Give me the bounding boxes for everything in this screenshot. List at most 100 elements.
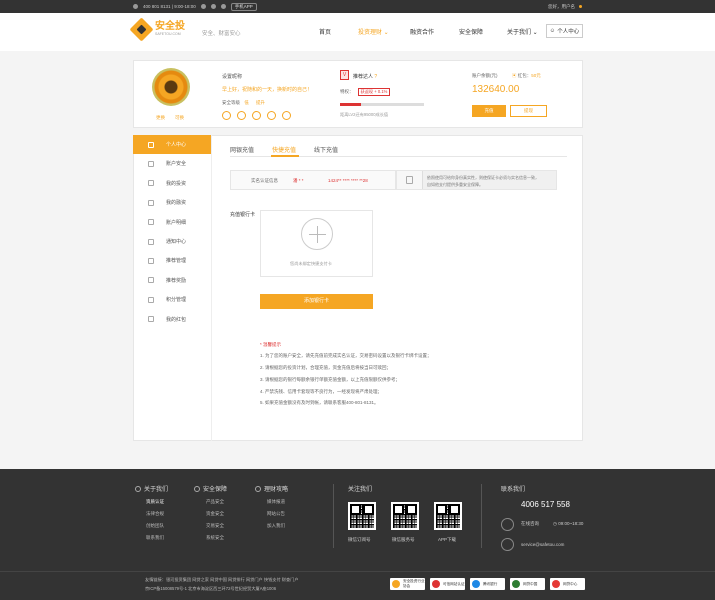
plus-icon[interactable] bbox=[301, 218, 333, 250]
logo-subtext: SAFETOU.COM bbox=[155, 32, 181, 37]
nav-about[interactable]: 关于我们 ⌄ bbox=[507, 27, 538, 36]
footer-divider bbox=[481, 484, 482, 548]
trust-badge[interactable]: 可信网站认证 bbox=[430, 578, 465, 590]
logo[interactable]: 安全投 SAFETOU.COM bbox=[129, 17, 185, 42]
add-bank-card-button[interactable]: 添加银行卡 bbox=[260, 294, 373, 309]
sidebar-item[interactable]: 积分管理 bbox=[133, 290, 211, 309]
footer-link[interactable]: 创始团队 bbox=[146, 523, 164, 529]
home-icon bbox=[135, 486, 141, 492]
tab-offline-charge[interactable]: 线下充值 bbox=[314, 145, 338, 154]
trust-badge[interactable]: 腾讯银行 bbox=[470, 578, 505, 590]
bank-card-label: 充值银行卡 bbox=[230, 212, 256, 218]
footer-link[interactable]: 联系我们 bbox=[146, 535, 164, 541]
nav-home[interactable]: 首页 bbox=[319, 27, 331, 36]
sidebar-item-label: 积分管理 bbox=[166, 297, 187, 304]
vip-badge-icon: V bbox=[340, 70, 349, 80]
email-verify-icon[interactable] bbox=[252, 111, 261, 120]
avatar-link-2[interactable]: 可换 bbox=[175, 115, 184, 121]
footer-bottom-divider bbox=[0, 571, 715, 572]
weibo-icon[interactable] bbox=[200, 4, 206, 9]
charge-button[interactable]: 充值 bbox=[472, 105, 506, 117]
tip-item: 3. 请根据您的银行每额余银行单额充值金额，以上充值限额仅供参考； bbox=[260, 377, 401, 382]
badge-label: 可信网站认证 bbox=[443, 581, 465, 586]
footer-link[interactable]: 资质认证 bbox=[146, 499, 164, 505]
security-level: 安全等级 低 提升 bbox=[222, 100, 265, 106]
trust-badge[interactable]: 网贷中心 bbox=[550, 578, 585, 590]
qr-label: APP下载 bbox=[438, 537, 457, 542]
sidebar-item[interactable]: 通知中心 bbox=[133, 232, 211, 251]
avatar[interactable] bbox=[152, 68, 190, 106]
balance-label: 账户余额(元) bbox=[472, 73, 498, 78]
qq-icon[interactable] bbox=[220, 4, 226, 9]
sidebar-item-icon bbox=[148, 277, 154, 284]
footer-link[interactable]: 资金安全 bbox=[206, 511, 224, 517]
online-consult[interactable]: 在线咨询 bbox=[521, 521, 539, 527]
footer-link[interactable]: 交易安全 bbox=[206, 523, 224, 529]
trust-badge[interactable]: 网贷中国 bbox=[510, 578, 545, 590]
security-upgrade-link[interactable]: 提升 bbox=[256, 100, 265, 105]
sidebar-item[interactable]: 我的投资 bbox=[133, 174, 211, 193]
coin-icon bbox=[255, 486, 261, 492]
user-center-label: 个人中心 bbox=[557, 29, 580, 35]
sidebar-item[interactable]: 推荐奖励 bbox=[133, 271, 211, 290]
tip-item: 2. 请根据您的投资计划，合理充值，资金充值后将按当日可赎回； bbox=[260, 365, 392, 370]
password-icon[interactable] bbox=[282, 111, 291, 120]
footer-divider bbox=[333, 484, 334, 548]
footer-link[interactable]: 媒体报道 bbox=[267, 499, 285, 505]
footer-email[interactable]: service@safetou.com bbox=[521, 542, 564, 547]
bank-card-icon[interactable] bbox=[267, 111, 276, 120]
tab-online-bank[interactable]: 网银充值 bbox=[230, 145, 254, 154]
nav-financing[interactable]: 融资合作 bbox=[410, 27, 434, 36]
notification-dot-icon[interactable] bbox=[579, 5, 582, 8]
mobile-app-link[interactable]: 手机APP bbox=[230, 2, 257, 11]
nav-invest[interactable]: 投资理财 ⌄ bbox=[358, 27, 389, 36]
help-icon: ? bbox=[374, 74, 378, 80]
account-balance: 132640.00 bbox=[472, 84, 520, 95]
id-verify-icon[interactable] bbox=[237, 111, 246, 120]
phone-verify-icon[interactable] bbox=[222, 111, 231, 120]
footer-link[interactable]: 法律合规 bbox=[146, 511, 164, 517]
sidebar-item-icon bbox=[148, 160, 154, 167]
footer-link[interactable]: 产品安全 bbox=[206, 499, 224, 505]
user-greeting[interactable]: 您好，用户名 bbox=[548, 4, 575, 10]
tips-title: * 温馨提示 bbox=[260, 342, 282, 347]
sidebar-item[interactable]: 我的融资 bbox=[133, 193, 211, 212]
referrer-title: 推荐达人 ? bbox=[353, 74, 378, 80]
nav-security[interactable]: 安全保障 bbox=[459, 27, 483, 36]
top-bar: 400 801 8131 | 9:00-18:00 手机APP 您好，用户名 bbox=[0, 0, 715, 13]
tab-active-indicator bbox=[271, 155, 299, 157]
withdraw-button[interactable]: 提现 bbox=[510, 105, 547, 117]
sidebar-item[interactable]: 推荐管理 bbox=[133, 251, 211, 270]
footer-link[interactable]: 系统安全 bbox=[206, 535, 224, 541]
sidebar-item-label: 我的融资 bbox=[166, 200, 187, 207]
qr-code-service bbox=[391, 502, 419, 530]
lock-icon bbox=[406, 176, 413, 184]
privilege-tag: 获返现 + 0.1% bbox=[357, 88, 391, 96]
badge-icon bbox=[472, 580, 480, 588]
service-phone: 400 801 8131 | 9:00-18:00 bbox=[143, 4, 196, 9]
qr-label: 微信服务号 bbox=[392, 537, 415, 542]
no-card-tip: 您尚未绑定快捷支付卡 bbox=[290, 261, 332, 266]
sidebar-item-label: 账户安全 bbox=[166, 161, 187, 168]
footer-link[interactable]: 加入我们 bbox=[267, 523, 285, 529]
user-center-button[interactable]: ☺ 个人中心 bbox=[546, 24, 583, 38]
change-avatar-link[interactable]: 更换 bbox=[156, 115, 165, 121]
sidebar-item[interactable]: 账户安全 bbox=[133, 154, 211, 173]
footer-link[interactable]: 网站公告 bbox=[267, 511, 285, 517]
sidebar-divider bbox=[211, 135, 212, 441]
wechat-icon[interactable] bbox=[210, 4, 216, 9]
sidebar-item-icon bbox=[148, 238, 154, 245]
tip-item: 4. 严禁洗钱、信用卡套现等不良行为，一经发现将严肃处理； bbox=[260, 389, 383, 394]
sidebar-item[interactable]: 账户明细 bbox=[133, 213, 211, 232]
security-icons bbox=[222, 111, 291, 120]
footer-guide-title: 理财攻略 bbox=[255, 484, 288, 493]
tab-quick-charge[interactable]: 快捷充值 bbox=[272, 145, 296, 154]
chat-icon[interactable] bbox=[501, 518, 514, 531]
security-value: 低 bbox=[244, 100, 249, 105]
trust-badge[interactable]: 安全投资行业协会 bbox=[390, 578, 425, 590]
footer-contact-title: 联系我们 bbox=[501, 487, 526, 493]
friend-links[interactable]: 友情链接：银河投资集团 网贷之家 网贷中国 网贷排行 网贷门户 快钱支付 财查门… bbox=[145, 577, 299, 583]
set-nickname[interactable]: 设置昵称 bbox=[222, 73, 242, 80]
sidebar-item[interactable]: 我的红包 bbox=[133, 310, 211, 329]
sidebar-item[interactable]: 个人中心 bbox=[133, 135, 211, 154]
